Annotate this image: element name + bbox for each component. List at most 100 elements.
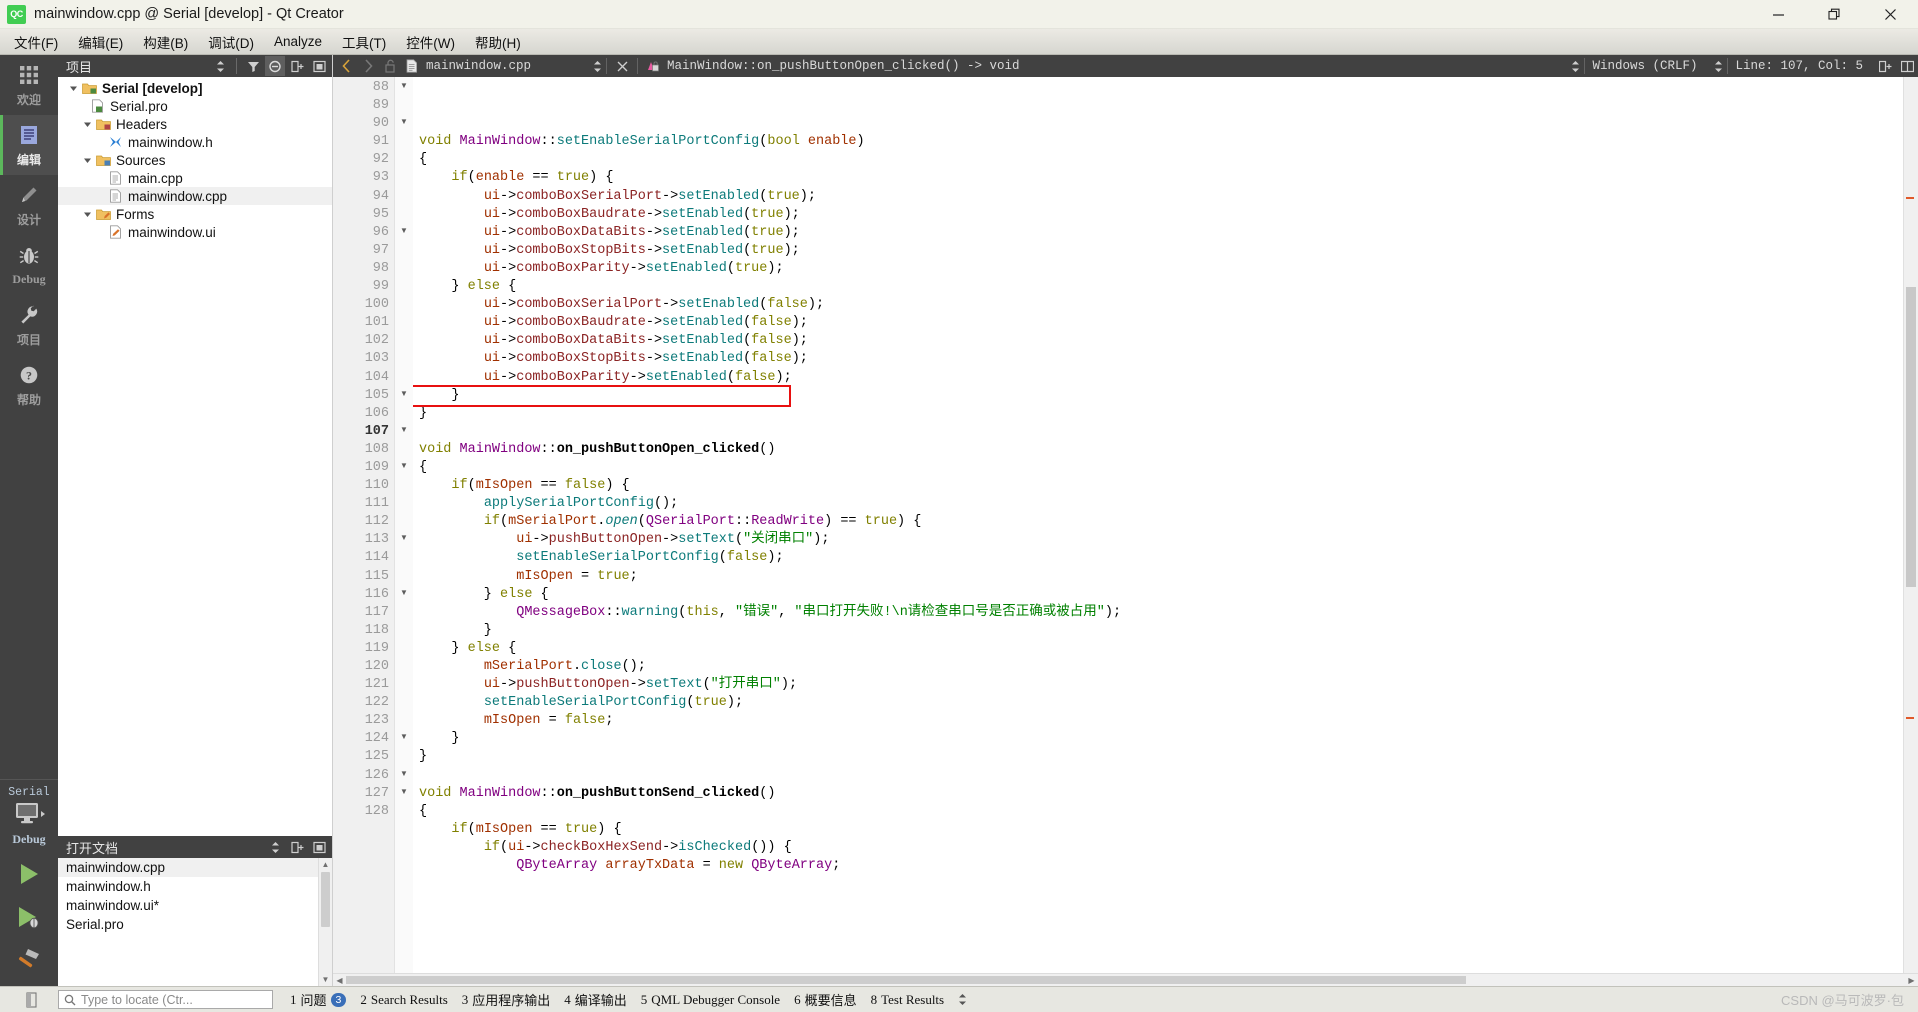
code-line[interactable]: } xyxy=(419,622,1918,640)
split-editor-icon[interactable] xyxy=(1874,56,1896,76)
source-code[interactable]: void MainWindow::setEnableSerialPortConf… xyxy=(413,77,1918,973)
debug-button[interactable] xyxy=(15,904,43,933)
code-line[interactable]: ui->pushButtonOpen->setText("打开串口"); xyxy=(419,676,1918,694)
fold-marker-icon[interactable]: ▼ xyxy=(395,584,413,602)
mode-welcome[interactable]: 欢迎 xyxy=(0,55,58,115)
code-line[interactable]: QByteArray arrayTxData = new QByteArray; xyxy=(419,857,1918,875)
close-split-icon[interactable] xyxy=(309,56,329,76)
code-line[interactable]: { xyxy=(419,459,1918,477)
view-selector-icon[interactable] xyxy=(265,837,285,857)
open-doc-item[interactable]: mainwindow.ui* xyxy=(58,896,332,915)
open-documents-list[interactable]: mainwindow.cpp mainwindow.h mainwindow.u… xyxy=(58,858,332,986)
code-line[interactable]: } else { xyxy=(419,586,1918,604)
code-line[interactable]: void MainWindow::setEnableSerialPortConf… xyxy=(419,133,1918,151)
output-pane-issues[interactable]: 1 问题 3 xyxy=(283,988,353,1011)
scroll-left-arrow[interactable]: ◀ xyxy=(333,974,346,986)
code-line[interactable]: if(mIsOpen == true) { xyxy=(419,821,1918,839)
code-line[interactable]: ui->comboBoxStopBits->setEnabled(true); xyxy=(419,242,1918,260)
code-line[interactable]: ui->comboBoxBaudrate->setEnabled(false); xyxy=(419,314,1918,332)
code-line[interactable]: { xyxy=(419,151,1918,169)
code-line[interactable]: if(ui->checkBoxHexSend->isChecked()) { xyxy=(419,839,1918,857)
output-pane-search-results[interactable]: 2 Search Results xyxy=(353,990,454,1010)
code-line[interactable]: ui->comboBoxStopBits->setEnabled(false); xyxy=(419,350,1918,368)
scrollbar-thumb[interactable] xyxy=(1906,287,1916,587)
tree-row-sources[interactable]: Sources xyxy=(58,151,332,169)
filter-icon[interactable] xyxy=(243,56,263,76)
open-doc-item[interactable]: Serial.pro xyxy=(58,915,332,934)
mode-debug[interactable]: Debug xyxy=(0,235,58,295)
code-line[interactable]: setEnableSerialPortConfig(false); xyxy=(419,549,1918,567)
code-line[interactable]: void MainWindow::on_pushButtonSend_click… xyxy=(419,785,1918,803)
open-doc-item[interactable]: mainwindow.cpp xyxy=(58,858,332,877)
close-button[interactable] xyxy=(1862,0,1918,29)
fold-marker-icon[interactable]: ▼ xyxy=(395,765,413,783)
fold-marker-icon[interactable]: ▼ xyxy=(395,457,413,475)
mode-help[interactable]: ? 帮助 xyxy=(0,355,58,415)
mode-projects[interactable]: 项目 xyxy=(0,295,58,355)
open-doc-item[interactable]: mainwindow.h xyxy=(58,877,332,896)
line-ending-arrows-icon[interactable] xyxy=(1571,60,1580,73)
chevron-down-icon[interactable] xyxy=(80,210,94,219)
code-line[interactable]: mIsOpen = false; xyxy=(419,712,1918,730)
fold-marker-icon[interactable]: ▼ xyxy=(395,222,413,240)
code-line[interactable]: ui->comboBoxSerialPort->setEnabled(false… xyxy=(419,296,1918,314)
chevron-down-icon[interactable] xyxy=(80,120,94,129)
scroll-down-arrow[interactable]: ▼ xyxy=(319,973,332,986)
code-line[interactable]: ui->pushButtonOpen->setText("关闭串口"); xyxy=(419,531,1918,549)
code-line[interactable] xyxy=(419,767,1918,785)
fold-marker-icon[interactable]: ▼ xyxy=(395,385,413,403)
mode-design[interactable]: 设计 xyxy=(0,175,58,235)
menu-edit[interactable]: 编辑(E) xyxy=(68,29,133,55)
fold-marker-icon[interactable]: ▼ xyxy=(395,113,413,131)
open-file-combo[interactable]: mainwindow.cpp xyxy=(423,56,593,76)
tree-row-mainwindow-ui[interactable]: mainwindow.ui xyxy=(58,223,332,241)
menu-help[interactable]: 帮助(H) xyxy=(465,29,531,55)
code-line[interactable]: } else { xyxy=(419,640,1918,658)
output-pane-compile-output[interactable]: 4 编译输出 xyxy=(557,988,634,1011)
go-back-icon[interactable] xyxy=(335,56,357,76)
chevron-down-icon[interactable] xyxy=(80,156,94,165)
close-pane-icon[interactable] xyxy=(309,837,329,857)
go-forward-icon[interactable] xyxy=(357,56,379,76)
add-split-icon[interactable] xyxy=(287,56,307,76)
code-line[interactable]: ui->comboBoxBaudrate->setEnabled(true); xyxy=(419,206,1918,224)
fold-marker-icon[interactable]: ▼ xyxy=(395,529,413,547)
minimize-button[interactable] xyxy=(1750,0,1806,29)
code-line[interactable]: } xyxy=(419,387,1918,405)
editor-horizontal-scrollbar[interactable]: ◀ ▶ xyxy=(333,973,1918,986)
code-line[interactable]: ui->comboBoxDataBits->setEnabled(false); xyxy=(419,332,1918,350)
hscrollbar-thumb[interactable] xyxy=(346,976,1466,984)
output-pane-qml-debugger-console[interactable]: 5 QML Debugger Console xyxy=(634,990,787,1010)
fold-marker-icon[interactable]: ▼ xyxy=(395,77,413,95)
tree-row-main-cpp[interactable]: main.cpp xyxy=(58,169,332,187)
code-line[interactable]: QMessageBox::warning(this, "错误", "串口打开失败… xyxy=(419,604,1918,622)
unlocked-icon[interactable] xyxy=(379,56,401,76)
code-line[interactable]: setEnableSerialPortConfig(true); xyxy=(419,694,1918,712)
scrollbar-thumb[interactable] xyxy=(321,872,330,927)
code-line[interactable]: if(enable == true) { xyxy=(419,169,1918,187)
menu-analyze[interactable]: Analyze xyxy=(264,31,332,52)
close-editor-icon[interactable] xyxy=(611,56,633,76)
fold-marker-icon[interactable]: ▼ xyxy=(395,421,413,439)
encoding-arrows-icon[interactable] xyxy=(1714,60,1723,73)
search-input[interactable]: Type to locate (Ctr... xyxy=(58,990,273,1009)
unsplit-icon[interactable] xyxy=(1896,56,1918,76)
code-line[interactable]: void MainWindow::on_pushButtonOpen_click… xyxy=(419,441,1918,459)
tree-row-mainwindow-h[interactable]: mainwindow.h xyxy=(58,133,332,151)
hscroll-track[interactable] xyxy=(346,974,1905,986)
code-line[interactable]: if(mIsOpen == false) { xyxy=(419,477,1918,495)
menu-window[interactable]: 控件(W) xyxy=(396,29,465,55)
open-documents-scrollbar[interactable]: ▲ ▼ xyxy=(318,858,332,986)
sync-icon[interactable] xyxy=(265,56,285,76)
scroll-up-arrow[interactable]: ▲ xyxy=(319,858,332,871)
editor-vertical-scrollbar[interactable] xyxy=(1903,77,1918,973)
scroll-right-arrow[interactable]: ▶ xyxy=(1905,974,1918,986)
menu-file[interactable]: 文件(F) xyxy=(4,29,68,55)
tree-row-mainwindow-cpp[interactable]: mainwindow.cpp xyxy=(58,187,332,205)
menu-tools[interactable]: 工具(T) xyxy=(332,29,396,55)
code-line[interactable]: mIsOpen = true; xyxy=(419,568,1918,586)
code-line[interactable]: } xyxy=(419,730,1918,748)
output-pane-general-messages[interactable]: 6 概要信息 xyxy=(787,988,864,1011)
code-line[interactable]: ui->comboBoxParity->setEnabled(true); xyxy=(419,260,1918,278)
code-line[interactable]: ui->comboBoxDataBits->setEnabled(true); xyxy=(419,224,1918,242)
